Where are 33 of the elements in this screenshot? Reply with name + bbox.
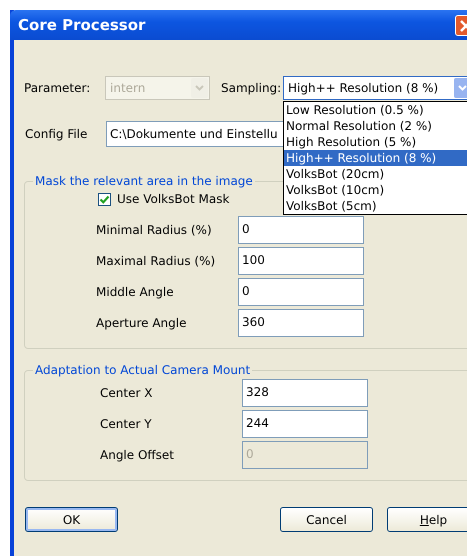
- field-label: Middle Angle: [96, 284, 175, 298]
- field-label: Center X: [100, 386, 154, 400]
- checkbox-label: Use VolksBot Mask: [117, 192, 230, 206]
- dropdown-option[interactable]: High++ Resolution (8 %): [284, 150, 467, 166]
- window-title: Core Processor: [18, 16, 146, 34]
- config-file-label: Config File: [24, 127, 88, 141]
- dialog-button[interactable]: Help: [387, 507, 467, 532]
- parameter-label: Parameter:: [24, 81, 92, 95]
- group-title: Adaptation to Actual Camera Mount: [34, 363, 252, 377]
- field-label: Center Y: [100, 416, 153, 430]
- input-field[interactable]: 328: [242, 378, 368, 406]
- input-field[interactable]: 0: [238, 278, 364, 306]
- field-label: Minimal Radius (%): [96, 222, 213, 236]
- sampling-label: Sampling:: [221, 81, 282, 95]
- dialog-button[interactable]: Cancel: [280, 507, 373, 532]
- input-field[interactable]: 360: [238, 308, 364, 336]
- input-field[interactable]: 0: [238, 216, 364, 244]
- chevron-icon: [458, 85, 467, 91]
- input-field[interactable]: 244: [242, 410, 368, 438]
- dropdown-option[interactable]: VolksBot (10cm): [284, 182, 467, 198]
- dropdown-option[interactable]: VolksBot (5cm): [284, 198, 467, 214]
- chevron-icon: [195, 85, 204, 91]
- checkmark-icon: [99, 194, 110, 204]
- dropdown-option[interactable]: Low Resolution (0.5 %): [284, 102, 467, 118]
- group-title: Mask the relevant area in the image: [34, 174, 254, 188]
- field-label: Aperture Angle: [96, 316, 188, 330]
- field-label: Maximal Radius (%): [96, 254, 216, 268]
- dropdown-option[interactable]: VolksBot (20cm): [284, 166, 467, 182]
- checkbox[interactable]: [98, 192, 111, 206]
- field-label: Angle Offset: [100, 448, 176, 462]
- input-field[interactable]: 100: [238, 246, 364, 274]
- dialog-button[interactable]: OK: [25, 507, 118, 532]
- sampling-dropdown[interactable]: High++ Resolution (8 %): [283, 76, 467, 100]
